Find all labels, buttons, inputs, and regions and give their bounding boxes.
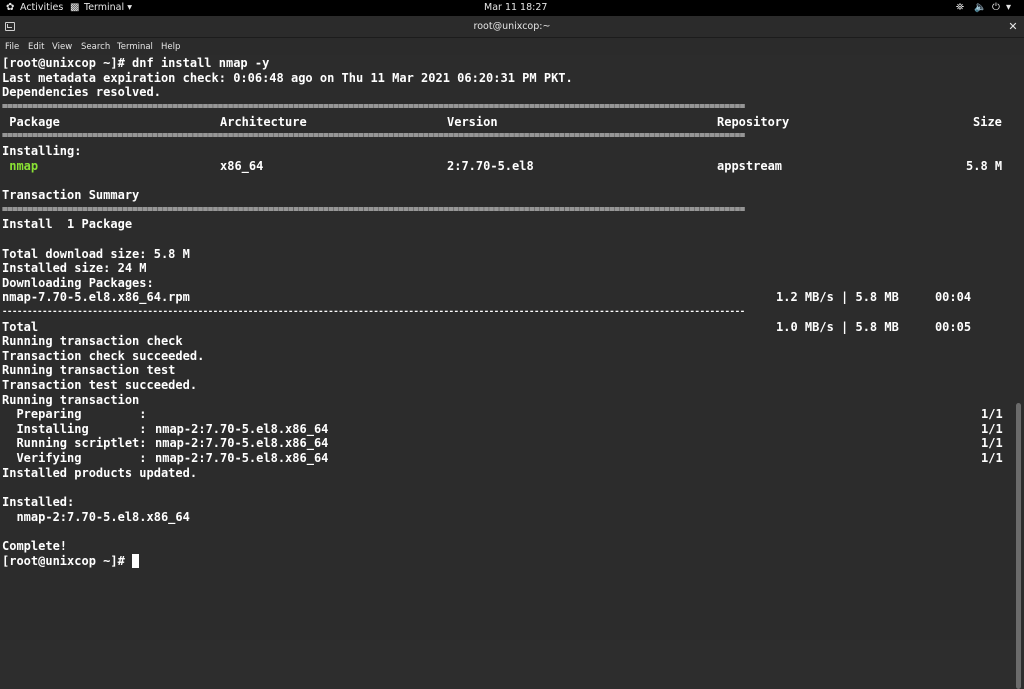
total-row: Total 1.0 MB/s | 5.8 MB 00:05 <box>2 320 1012 335</box>
total-download-size: Total download size: 5.8 M <box>2 247 190 261</box>
installing-label: Installing: <box>2 144 82 158</box>
running-test: Running transaction test <box>2 363 176 377</box>
separator-equals: ========================================… <box>2 102 745 112</box>
package-arch: x86_64 <box>220 159 264 173</box>
rpm-filename: nmap-7.70-5.el8.x86_64.rpm <box>2 290 190 304</box>
new-tab-icon[interactable] <box>5 22 15 31</box>
separator-dashes: ----------------------------------------… <box>2 307 745 317</box>
step-count: 1/1 <box>981 407 1003 421</box>
menu-view[interactable]: View <box>52 38 72 55</box>
step-row: Installing : nmap-2:7.70-5.el8.x86_64 1/… <box>2 422 1012 437</box>
gnome-top-bar: ✿ Activities ▩ Terminal ▾ Mar 11 18:27 ⛯… <box>0 0 1024 16</box>
step-label: Installing : <box>2 422 147 436</box>
installed-label: Installed: <box>2 495 75 509</box>
package-row: nmap x86_64 2:7.70-5.el8 appstream 5.8 M <box>2 159 1012 174</box>
total-stats: 1.0 MB/s | 5.8 MB 00:05 <box>776 320 972 334</box>
terminal-output[interactable]: [root@unixcop ~]# dnf install nmap -y La… <box>0 55 1024 689</box>
metadata-line: Last metadata expiration check: 0:06:48 … <box>2 71 573 85</box>
window-title: root@unixcop:~ <box>473 21 551 32</box>
transaction-summary: Transaction Summary <box>2 188 140 202</box>
products-updated: Installed products updated. <box>2 466 198 480</box>
power-icon[interactable]: ⏻ <box>992 0 1000 16</box>
package-version: 2:7.70-5.el8 <box>447 159 534 173</box>
header-repository: Repository <box>717 115 790 129</box>
package-repo: appstream <box>717 159 783 173</box>
total-label: Total <box>2 320 39 334</box>
menu-help[interactable]: Help <box>161 38 180 55</box>
scrollbar[interactable] <box>1016 403 1021 689</box>
package-name: nmap <box>2 159 39 173</box>
clock[interactable]: Mar 11 18:27 <box>484 0 547 16</box>
terminal-app-icon: ▩ <box>70 2 80 13</box>
step-count: 1/1 <box>981 436 1003 450</box>
step-count: 1/1 <box>981 451 1003 465</box>
step-package: nmap-2:7.70-5.el8.x86_64 <box>155 422 329 436</box>
chevron-down-icon: ▾ <box>127 2 132 13</box>
header-size: Size <box>973 115 1002 129</box>
close-icon[interactable]: ✕ <box>1006 16 1020 38</box>
menu-search[interactable]: Search <box>81 38 110 55</box>
step-label: Preparing : <box>2 407 147 421</box>
prompt-line[interactable]: [root@unixcop ~]# <box>2 554 1012 569</box>
step-count: 1/1 <box>981 422 1003 436</box>
table-header-row: Package Architecture Version Repository … <box>2 115 1012 130</box>
check-succeeded: Transaction check succeeded. <box>2 349 205 363</box>
downloading-packages: Downloading Packages: <box>2 276 154 290</box>
step-row: Verifying : nmap-2:7.70-5.el8.x86_64 1/1 <box>2 451 1012 466</box>
step-row: Preparing : 1/1 <box>2 407 1012 422</box>
running-transaction: Running transaction <box>2 393 140 407</box>
step-label: Verifying : <box>2 451 147 465</box>
step-label: Running scriptlet: <box>2 436 147 450</box>
command-line: [root@unixcop ~]# dnf install nmap -y <box>2 56 270 70</box>
installed-size: Installed size: 24 M <box>2 261 147 275</box>
text-cursor <box>132 554 140 568</box>
shell-prompt: [root@unixcop ~]# <box>2 554 133 568</box>
running-check: Running transaction check <box>2 334 183 348</box>
activities-button[interactable]: Activities <box>20 0 63 16</box>
menu-file[interactable]: File <box>5 38 19 55</box>
deps-line: Dependencies resolved. <box>2 85 161 99</box>
installed-package: nmap-2:7.70-5.el8.x86_64 <box>2 510 190 524</box>
gnome-foot-icon: ✿ <box>6 2 15 13</box>
package-size: 5.8 M <box>966 159 1003 173</box>
menu-terminal[interactable]: Terminal <box>117 38 153 55</box>
install-count: Install 1 Package <box>2 217 133 231</box>
header-version: Version <box>447 115 498 129</box>
step-package: nmap-2:7.70-5.el8.x86_64 <box>155 451 329 465</box>
app-menu-label: Terminal <box>84 2 125 13</box>
window-titlebar: root@unixcop:~ ✕ <box>0 16 1024 38</box>
header-package: Package <box>2 115 60 129</box>
menu-bar: File Edit View Search Terminal Help <box>0 38 1024 55</box>
test-succeeded: Transaction test succeeded. <box>2 378 198 392</box>
header-architecture: Architecture <box>220 115 307 129</box>
step-package: nmap-2:7.70-5.el8.x86_64 <box>155 436 329 450</box>
step-row: Running scriptlet: nmap-2:7.70-5.el8.x86… <box>2 436 1012 451</box>
app-menu-button[interactable]: Terminal ▾ <box>84 0 132 16</box>
download-row: nmap-7.70-5.el8.x86_64.rpm 1.2 MB/s | 5.… <box>2 290 1012 305</box>
separator-equals: ========================================… <box>2 131 745 141</box>
network-icon[interactable]: ⛯ <box>956 0 964 16</box>
menu-edit[interactable]: Edit <box>28 38 44 55</box>
separator-equals: ========================================… <box>2 205 745 215</box>
volume-icon[interactable]: 🔈 <box>974 0 986 16</box>
complete-line: Complete! <box>2 539 68 553</box>
rpm-stats: 1.2 MB/s | 5.8 MB 00:04 <box>776 290 972 304</box>
system-menu-chevron-icon[interactable]: ▾ <box>1006 0 1011 16</box>
